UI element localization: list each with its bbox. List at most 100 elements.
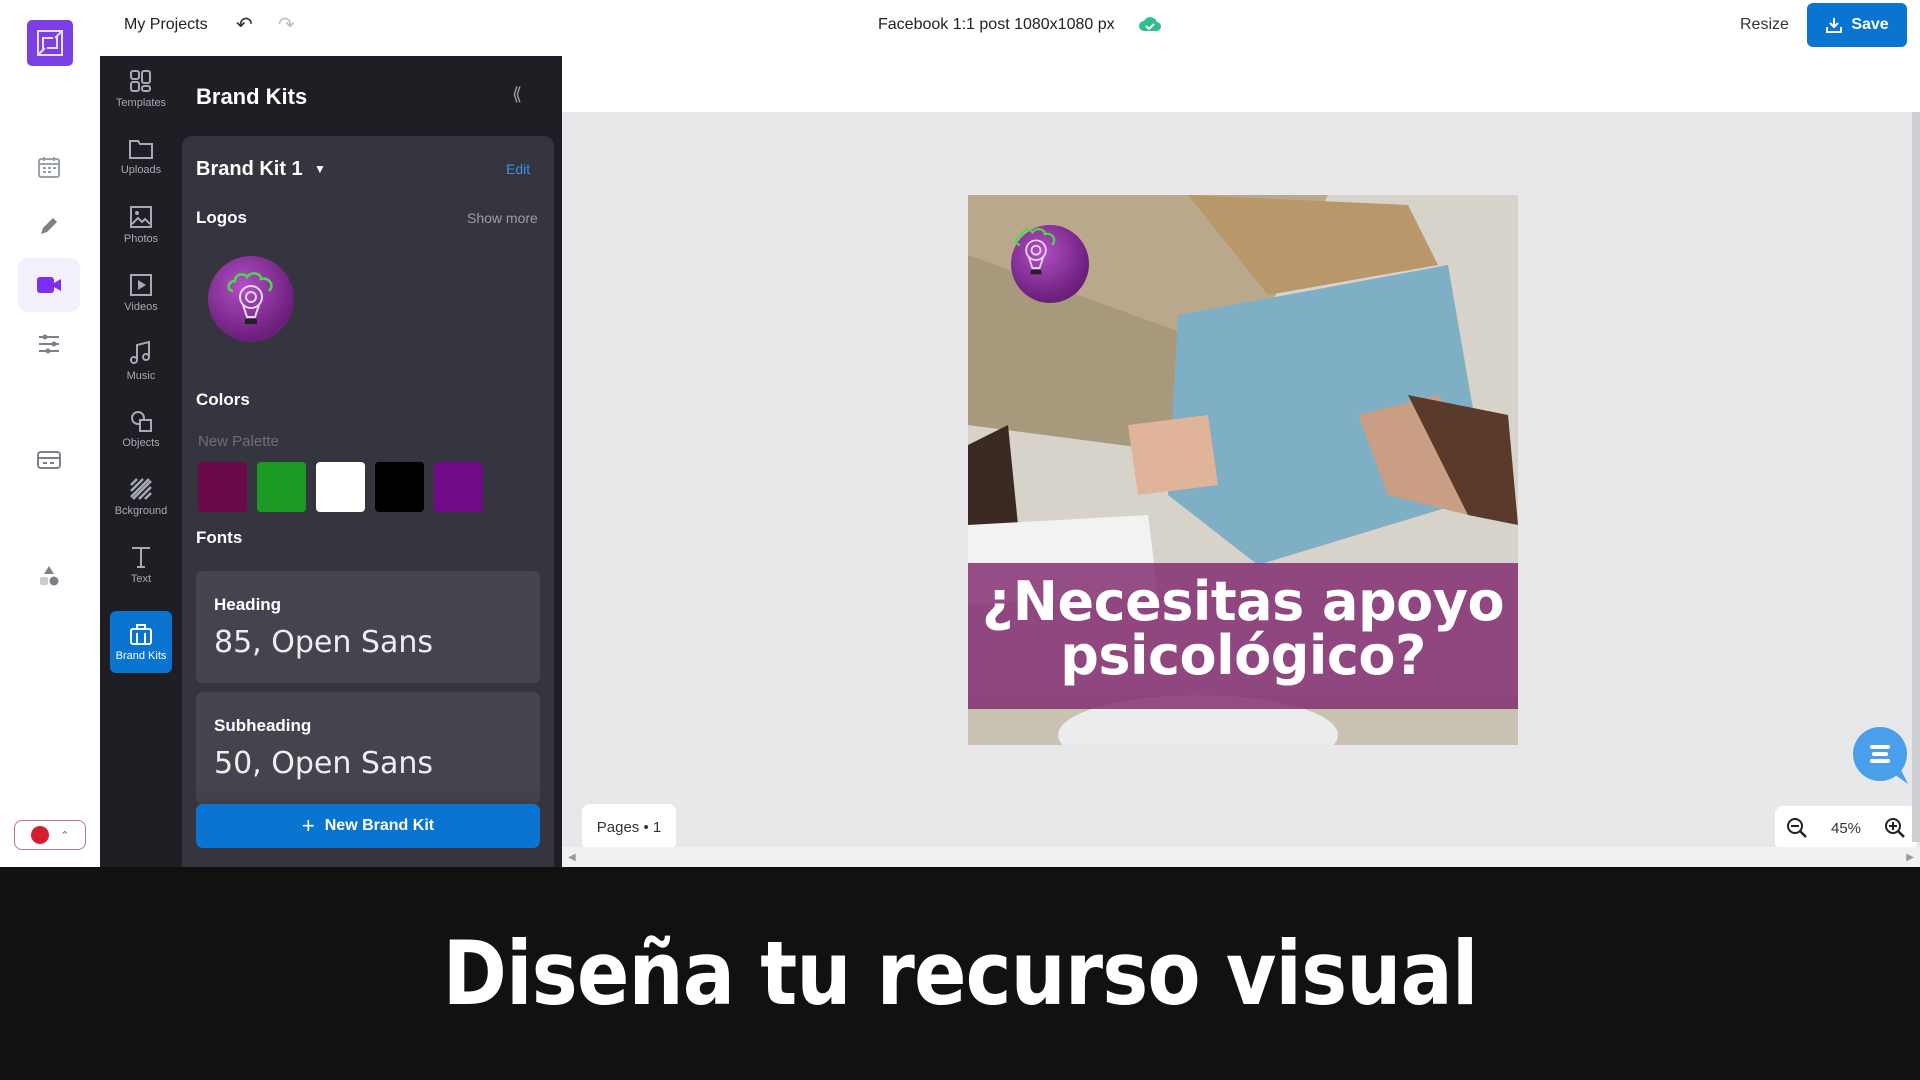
rail-shapes[interactable] bbox=[18, 549, 80, 603]
tool-templates[interactable]: Templates bbox=[110, 58, 172, 120]
design-canvas[interactable]: ¿Necesitas apoyo psicológico? bbox=[968, 195, 1518, 745]
my-projects-link[interactable]: My Projects bbox=[124, 16, 208, 34]
color-swatch[interactable] bbox=[316, 462, 365, 512]
tool-label: Videos bbox=[124, 301, 158, 313]
tool-text[interactable]: Text bbox=[110, 534, 172, 596]
new-brand-kit-button[interactable]: + New Brand Kit bbox=[196, 804, 540, 848]
brand-logo-thumbnail[interactable] bbox=[208, 256, 294, 342]
save-label: Save bbox=[1851, 16, 1889, 33]
caret-down-icon[interactable]: ▼ bbox=[314, 162, 326, 176]
canvas-workspace: ¿Necesitas apoyo psicológico? Pages • 1 … bbox=[562, 56, 1920, 867]
save-button[interactable]: Save bbox=[1807, 3, 1907, 47]
cloud-check-icon bbox=[1139, 17, 1161, 32]
tool-label: Text bbox=[130, 573, 152, 585]
zoom-level[interactable]: 45% bbox=[1831, 820, 1861, 837]
tool-videos[interactable]: Videos bbox=[110, 262, 172, 324]
video-caption: Diseña tu recurso visual bbox=[0, 867, 1920, 1080]
video-camera-icon bbox=[37, 277, 61, 293]
tool-background[interactable]: Bckground bbox=[110, 466, 172, 528]
color-swatch[interactable] bbox=[198, 462, 247, 512]
document-title[interactable]: Facebook 1:1 post 1080x1080 px bbox=[878, 16, 1115, 34]
tool-music[interactable]: Music bbox=[110, 330, 172, 392]
brain-lightbulb-icon bbox=[227, 272, 273, 324]
brain-lightbulb-icon bbox=[1015, 228, 1056, 275]
tool-sidebar: Templates Uploads Photos Videos Music Ob… bbox=[100, 56, 182, 867]
templates-icon bbox=[130, 70, 151, 92]
shapes-icon bbox=[40, 566, 59, 586]
zoom-controls: 45% bbox=[1775, 806, 1917, 850]
left-rail: ⌃ bbox=[0, 0, 100, 867]
headline-line-2: psicológico? bbox=[1060, 624, 1426, 687]
font-spec: 50, Open Sans bbox=[214, 746, 433, 781]
edit-brand-kit-link[interactable]: Edit bbox=[506, 161, 530, 177]
chat-support-button[interactable] bbox=[1850, 726, 1910, 786]
briefcase-icon bbox=[130, 624, 152, 645]
font-card-heading[interactable]: Heading 85, Open Sans bbox=[196, 571, 540, 683]
undo-icon[interactable]: ↶ bbox=[236, 12, 253, 37]
fonts-heading: Fonts bbox=[196, 528, 243, 547]
card-icon bbox=[37, 451, 61, 469]
brand-kit-selector[interactable]: Brand Kit 1 bbox=[196, 158, 303, 181]
headline-line-1: ¿Necesitas apoyo bbox=[981, 570, 1505, 633]
collapse-panel-icon[interactable]: ⟪ bbox=[512, 84, 522, 105]
rail-card[interactable] bbox=[18, 433, 80, 487]
brand-kit-card: Brand Kit 1 ▼ Edit Logos Show more Color… bbox=[182, 136, 554, 867]
zoom-out-icon[interactable] bbox=[1786, 817, 1808, 839]
app-logo-icon bbox=[37, 30, 63, 56]
redo-icon[interactable]: ↷ bbox=[278, 12, 295, 37]
horizontal-scrollbar[interactable]: ◀ ▶ bbox=[562, 847, 1920, 867]
tool-photos[interactable]: Photos bbox=[110, 194, 172, 256]
tool-label: Brand Kits bbox=[115, 650, 167, 662]
tool-label: Photos bbox=[123, 233, 159, 245]
app-logo[interactable] bbox=[27, 20, 73, 66]
design-logo[interactable] bbox=[1011, 225, 1089, 303]
record-toggle[interactable]: ⌃ bbox=[14, 820, 86, 850]
top-bar: My Projects ↶ ↷ Facebook 1:1 post 1080x1… bbox=[100, 0, 1920, 56]
video-icon bbox=[130, 274, 152, 296]
calendar-icon bbox=[38, 157, 60, 178]
tool-label: Templates bbox=[115, 97, 167, 109]
pencil-icon bbox=[41, 218, 57, 234]
rail-video[interactable] bbox=[18, 258, 80, 312]
logos-heading: Logos bbox=[196, 208, 247, 227]
color-swatch[interactable] bbox=[375, 462, 424, 512]
rail-edit[interactable] bbox=[18, 199, 80, 253]
text-icon bbox=[132, 547, 150, 568]
new-brand-kit-label: New Brand Kit bbox=[324, 817, 435, 834]
caption-text: Diseña tu recurso visual bbox=[442, 922, 1478, 1025]
design-headline[interactable]: ¿Necesitas apoyo psicológico? bbox=[968, 575, 1518, 683]
plus-icon: + bbox=[301, 813, 315, 838]
font-spec: 85, Open Sans bbox=[214, 625, 433, 660]
tool-label: Bckground bbox=[114, 505, 168, 517]
font-role-label: Heading bbox=[214, 595, 282, 614]
scroll-right-icon[interactable]: ▶ bbox=[1906, 852, 1914, 863]
chat-bubble-icon bbox=[1853, 727, 1908, 784]
scroll-left-icon[interactable]: ◀ bbox=[568, 852, 576, 863]
palette-name: New Palette bbox=[198, 433, 279, 450]
tool-label: Uploads bbox=[120, 164, 162, 176]
tool-objects[interactable]: Objects bbox=[110, 398, 172, 460]
rail-adjust[interactable] bbox=[18, 317, 80, 371]
tool-label: Objects bbox=[122, 437, 160, 449]
resize-button[interactable]: Resize bbox=[1740, 16, 1789, 34]
canvas-toolbar-strip bbox=[562, 56, 1920, 112]
vertical-scrollbar[interactable] bbox=[1912, 112, 1920, 842]
font-role-label: Subheading bbox=[214, 716, 312, 735]
tool-uploads[interactable]: Uploads bbox=[110, 126, 172, 188]
tool-brand-kits[interactable]: Brand Kits bbox=[110, 611, 172, 673]
colors-heading: Colors bbox=[196, 390, 250, 409]
brand-kits-panel: Brand Kits ⟪ Brand Kit 1 ▼ Edit Logos Sh… bbox=[182, 56, 562, 867]
pages-indicator[interactable]: Pages • 1 bbox=[582, 804, 676, 850]
color-swatch[interactable] bbox=[434, 462, 483, 512]
sliders-icon bbox=[39, 334, 59, 354]
rail-calendar[interactable] bbox=[18, 140, 80, 194]
record-dot-icon bbox=[30, 826, 49, 844]
music-icon bbox=[130, 340, 150, 364]
chevron-up-icon: ⌃ bbox=[60, 829, 70, 842]
folder-icon bbox=[129, 140, 153, 159]
show-more-link[interactable]: Show more bbox=[467, 210, 538, 226]
zoom-in-icon[interactable] bbox=[1884, 817, 1906, 839]
tool-label: Music bbox=[126, 370, 156, 382]
color-swatch[interactable] bbox=[257, 462, 306, 512]
panel-title: Brand Kits bbox=[196, 84, 308, 109]
